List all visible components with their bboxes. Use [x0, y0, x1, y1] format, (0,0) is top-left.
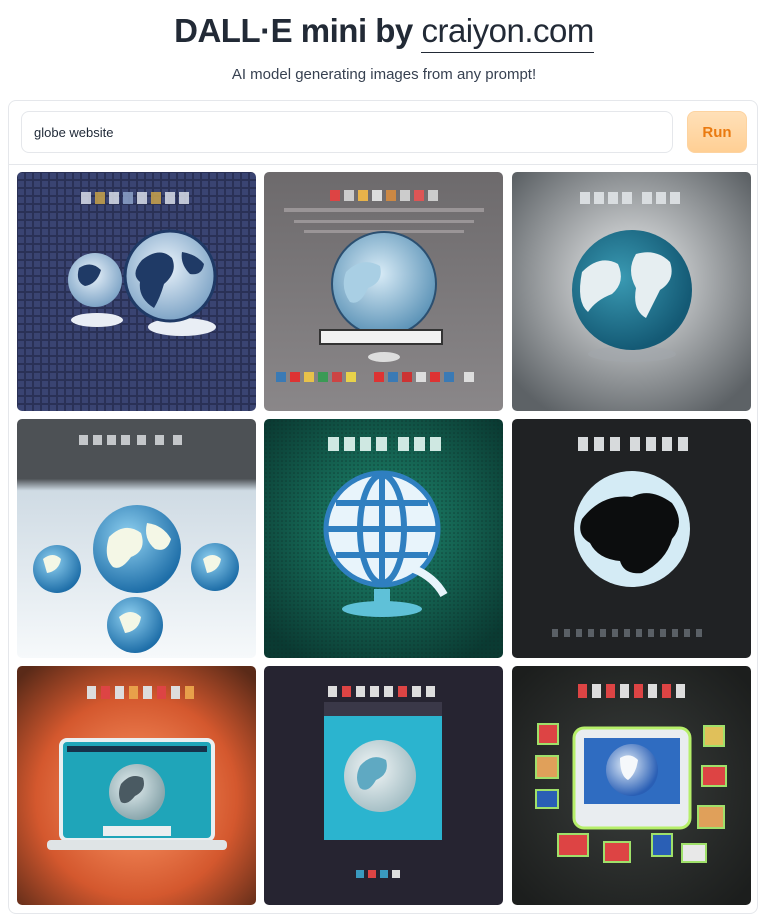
- prompt-input[interactable]: [21, 111, 673, 153]
- globe-image: [264, 419, 503, 658]
- results-grid: [17, 172, 751, 906]
- brand-link[interactable]: craiyon.com: [421, 12, 594, 53]
- result-image-4[interactable]: [17, 419, 256, 658]
- result-image-3[interactable]: [512, 172, 751, 411]
- generator-panel: Run: [8, 100, 758, 914]
- result-image-2[interactable]: [264, 172, 503, 411]
- globe-image: [512, 666, 751, 905]
- globe-image: [512, 419, 751, 658]
- result-image-6[interactable]: [512, 419, 751, 658]
- result-image-9[interactable]: [512, 666, 751, 905]
- result-image-8[interactable]: [264, 666, 503, 905]
- result-image-1[interactable]: [17, 172, 256, 411]
- globe-image: [264, 666, 503, 905]
- result-image-5[interactable]: [264, 419, 503, 658]
- page-subtitle: AI model generating images from any prom…: [231, 66, 537, 83]
- globe-image: [17, 172, 256, 411]
- page-title: DALL·E mini by craiyon.com: [0, 12, 768, 53]
- page-header: DALL·E mini by craiyon.com AI model gene…: [0, 0, 768, 100]
- title-prefix: DALL·E mini by: [174, 12, 422, 49]
- run-button[interactable]: Run: [687, 111, 747, 153]
- globe-image: [512, 172, 751, 411]
- result-image-7[interactable]: [17, 666, 256, 905]
- prompt-row: Run: [9, 101, 757, 165]
- globe-image: [264, 172, 503, 411]
- globe-image: [17, 419, 256, 658]
- globe-image: [17, 666, 256, 905]
